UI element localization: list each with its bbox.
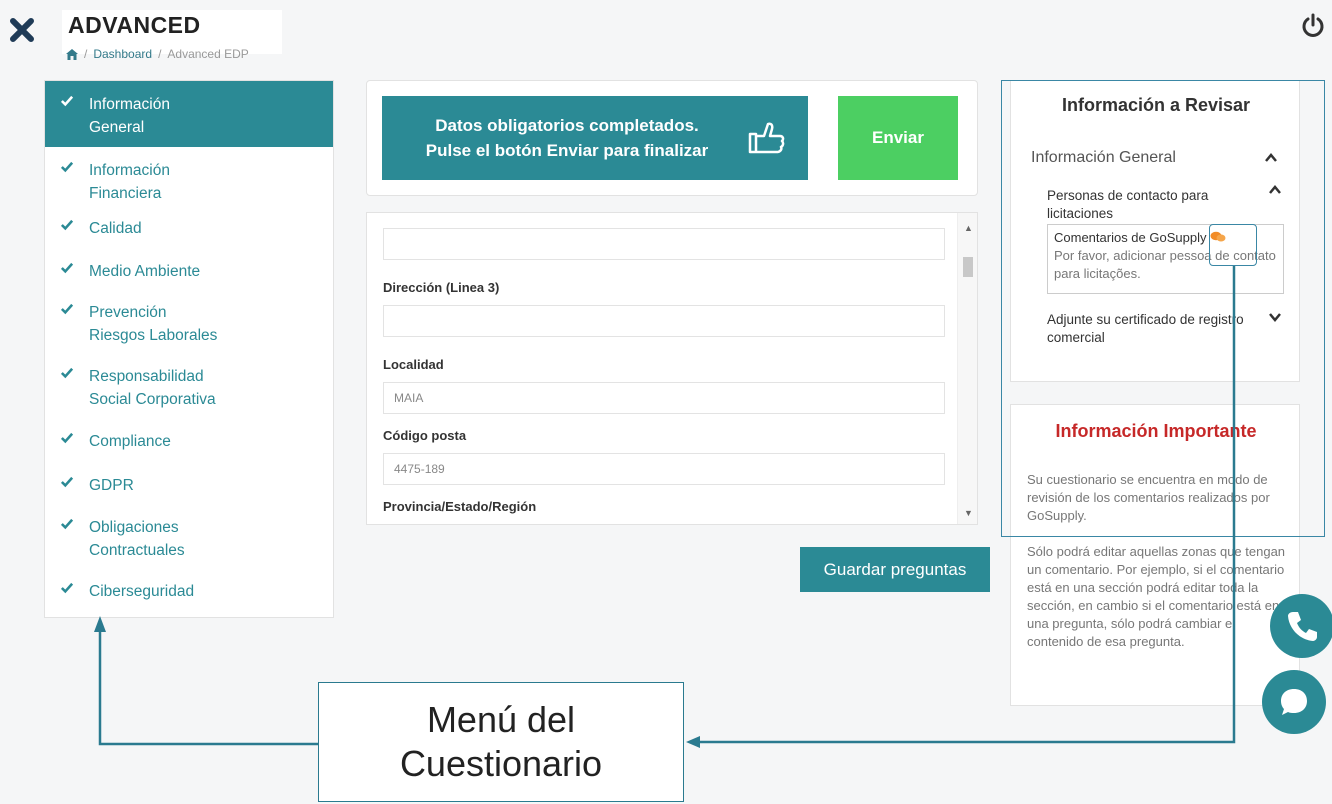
annotation-highlight-comment [1209, 224, 1257, 266]
menu-item-gdpr[interactable]: GDPR [45, 474, 333, 516]
completion-banner: Datos obligatorios completados. Pulse el… [382, 96, 808, 180]
annotation-label: Menú del Cuestionario [318, 682, 684, 802]
scroll-down-icon[interactable]: ▼ [964, 508, 973, 518]
banner-line1: Datos obligatorios completados. [435, 116, 699, 135]
menu-item-label: Calidad [89, 220, 142, 237]
menu-item-compliance[interactable]: Compliance [45, 430, 333, 474]
check-icon [60, 219, 74, 231]
locality-label: Localidad [383, 357, 444, 372]
check-icon [60, 518, 74, 530]
form-panel: Dirección (Linea 3) Localidad Código pos… [366, 212, 978, 525]
menu-item-medio-ambiente[interactable]: Medio Ambiente [45, 260, 333, 301]
chat-bubble-icon [1281, 689, 1307, 715]
menu-item-label: Información Financiera [89, 162, 170, 202]
postal-code-label: Código posta [383, 428, 467, 443]
menu-item-ciberseguridad[interactable]: Ciberseguridad [45, 580, 333, 620]
scroll-thumb[interactable] [963, 257, 973, 277]
thumb-pointing-icon [748, 122, 785, 154]
annotation-highlight-review [1001, 80, 1325, 537]
power-icon[interactable] [1300, 12, 1326, 40]
scroll-up-icon[interactable]: ▲ [964, 223, 973, 233]
menu-item-label: Medio Ambiente [89, 263, 201, 280]
locality-input[interactable] [383, 382, 945, 414]
page-title: ADVANCED [68, 12, 201, 38]
check-icon [60, 582, 74, 594]
send-button[interactable]: Enviar [838, 96, 958, 180]
breadcrumb: / Dashboard / Advanced EDP [66, 47, 249, 61]
banner-line2: Pulse el botón Enviar para finalizar [425, 141, 709, 160]
phone-icon [1288, 612, 1317, 641]
region-input[interactable] [383, 524, 945, 525]
postal-code-input[interactable] [383, 453, 945, 485]
menu-item-informacion-general[interactable]: Información General [45, 81, 333, 147]
menu-item-informacion-financiera[interactable]: Información Financiera [45, 159, 333, 217]
menu-item-label: Compliance [89, 433, 171, 450]
region-label: Provincia/Estado/Región [383, 499, 537, 514]
home-icon[interactable] [66, 48, 78, 60]
check-icon [60, 303, 74, 315]
menu-item-label: GDPR [89, 477, 134, 494]
close-x-icon[interactable] [8, 16, 36, 44]
menu-item-obligaciones[interactable]: Obligaciones Contractuales [45, 516, 333, 580]
address-line3-input[interactable] [383, 305, 945, 337]
breadcrumb-dashboard[interactable]: Dashboard [93, 47, 152, 61]
menu-item-label: Prevención Riesgos Laborales [89, 304, 218, 344]
phone-button[interactable] [1270, 594, 1332, 658]
address-line3-label: Dirección (Linea 3) [383, 280, 500, 295]
menu-item-label: Responsabilidad Social Corporativa [89, 368, 216, 408]
menu-item-prevencion[interactable]: Prevención Riesgos Laborales [45, 301, 333, 365]
check-icon [60, 476, 74, 488]
chat-button[interactable] [1262, 670, 1326, 734]
check-icon [60, 432, 74, 444]
menu-item-label: Ciberseguridad [89, 583, 195, 600]
breadcrumb-current: Advanced EDP [167, 47, 249, 61]
menu-item-calidad[interactable]: Calidad [45, 217, 333, 260]
save-questions-button[interactable]: Guardar preguntas [800, 547, 990, 592]
check-icon [60, 95, 74, 107]
form-scrollbar[interactable]: ▲ ▼ [957, 213, 977, 524]
address-line2-input[interactable] [383, 228, 945, 260]
menu-item-label: Información General [89, 96, 170, 136]
important-paragraph-2: Sólo podrá editar aquellas zonas que ten… [1027, 544, 1286, 649]
questionnaire-menu: Información General Información Financie… [44, 80, 334, 618]
menu-item-label: Obligaciones Contractuales [89, 519, 185, 559]
menu-item-responsabilidad[interactable]: Responsabilidad Social Corporativa [45, 365, 333, 430]
check-icon [60, 262, 74, 274]
check-icon [60, 161, 74, 173]
check-icon [60, 367, 74, 379]
